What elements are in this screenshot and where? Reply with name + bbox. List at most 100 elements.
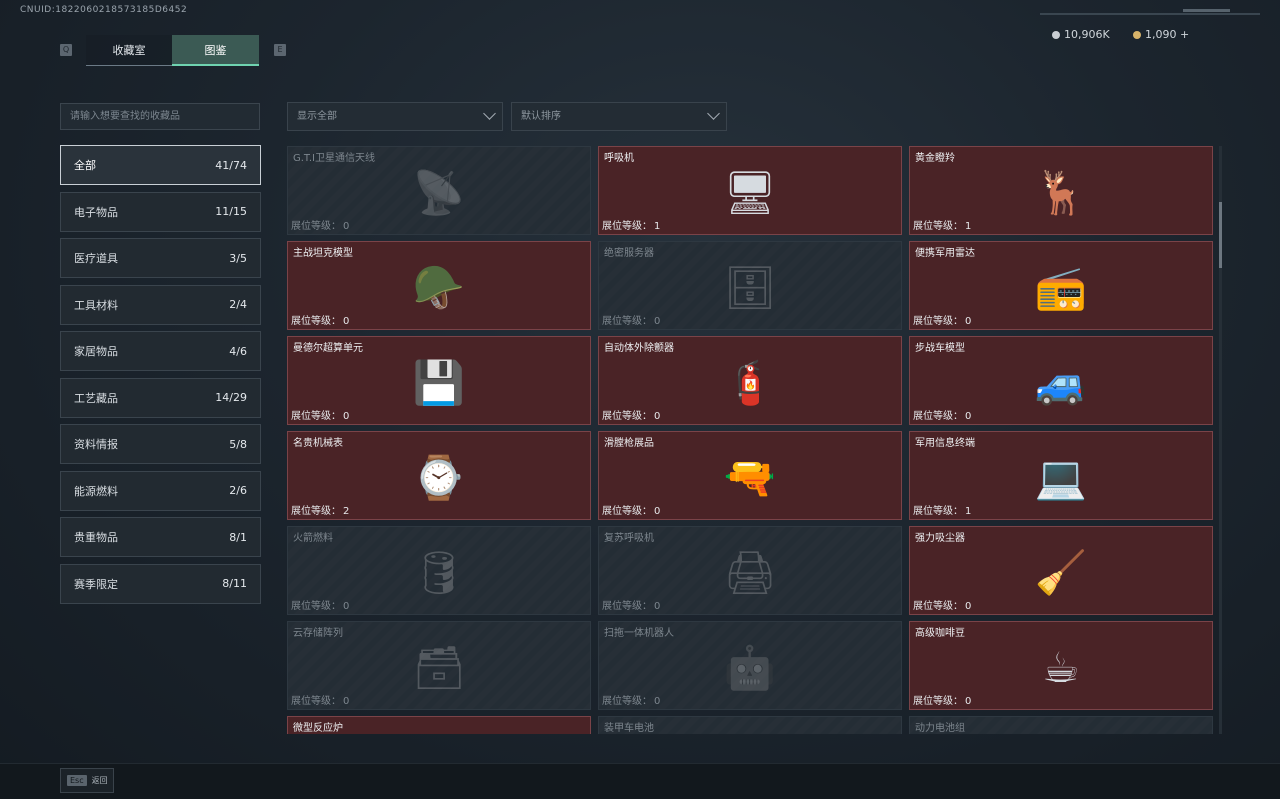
booth-level-label: 展位等级： <box>913 316 963 327</box>
scrollbar-thumb[interactable] <box>1219 202 1222 268</box>
collection-item-card[interactable]: 自动体外除颤器 🧯 展位等级： 0 <box>598 336 902 425</box>
category-item-crafts[interactable]: 工艺藏品 14/29 <box>60 377 261 418</box>
category-label: 贵重物品 <box>74 531 118 544</box>
back-button[interactable]: Esc 返回 <box>60 768 114 793</box>
item-name: 强力吸尘器 <box>915 533 965 544</box>
esc-key-hint: Esc <box>67 775 87 786</box>
category-item-all[interactable]: 全部 41/74 <box>60 145 261 185</box>
rocket-fuel-icon: 🛢 <box>412 547 466 597</box>
category-item-intel[interactable]: 资料情报 5/8 <box>60 424 261 464</box>
display-filter-dropdown[interactable]: 显示全部 <box>287 102 503 131</box>
ventilator-icon: 🖥 <box>723 167 777 217</box>
booth-level-label: 展位等级： <box>913 696 963 707</box>
category-item-household[interactable]: 家居物品 4/6 <box>60 331 261 371</box>
collection-item-card[interactable]: 云存储阵列 🗃 展位等级： 0 <box>287 621 591 710</box>
currency-gold[interactable]: 1,090 + <box>1133 28 1189 41</box>
collection-item-card[interactable]: 复苏呼吸机 🖨 展位等级： 0 <box>598 526 902 615</box>
booth-level: 展位等级： 0 <box>602 312 660 327</box>
category-item-energy[interactable]: 能源燃料 2/6 <box>60 470 261 511</box>
collection-item-card[interactable]: 黄金瞪羚 🦌 展位等级： 1 <box>909 146 1213 235</box>
booth-level-value: 1 <box>654 221 661 232</box>
booth-level-value: 0 <box>965 601 972 612</box>
item-name: 呼吸机 <box>604 153 634 164</box>
tab-collection-room[interactable]: 收藏室 <box>86 35 172 66</box>
booth-level: 展位等级： 1 <box>602 217 660 232</box>
grid-scrollbar[interactable] <box>1219 146 1222 734</box>
sort-value: 默认排序 <box>521 111 561 122</box>
booth-level-label: 展位等级： <box>913 601 963 612</box>
collection-item-card[interactable]: G.T.I卫星通信天线 📡 展位等级： 0 <box>287 146 591 235</box>
category-count: 8/1 <box>229 530 247 544</box>
item-name: G.T.I卫星通信天线 <box>293 153 375 164</box>
category-label: 能源燃料 <box>74 484 118 498</box>
category-item-season[interactable]: 赛季限定 8/11 <box>60 563 261 604</box>
item-name: 动力电池组 <box>915 723 965 734</box>
storage-array-icon: 🗃 <box>412 642 466 692</box>
booth-level-label: 展位等级： <box>913 506 963 517</box>
booth-level-label: 展位等级： <box>602 221 652 232</box>
collection-item-card[interactable]: 微型反应炉⚛ <box>287 716 591 734</box>
category-label: 资料情报 <box>74 438 118 451</box>
currency-silver: 10,906K <box>1052 28 1110 41</box>
booth-level-label: 展位等级： <box>602 506 652 517</box>
tab-gallery[interactable]: 图鉴 <box>172 35 259 66</box>
collection-item-card[interactable]: 军用信息终端 💻 展位等级： 1 <box>909 431 1213 520</box>
booth-level-value: 0 <box>654 506 661 517</box>
category-list: 全部 41/74 电子物品 11/15 医疗道具 3/5 工具材料 2/4 家居… <box>60 145 261 610</box>
collection-item-card[interactable]: 曼德尔超算单元 💾 展位等级： 0 <box>287 336 591 425</box>
booth-level-value: 0 <box>654 696 661 707</box>
collection-item-card[interactable]: 便携军用雷达 📻 展位等级： 0 <box>909 241 1213 330</box>
collection-item-card[interactable]: 主战坦克模型 🪖 展位等级： 0 <box>287 241 591 330</box>
category-item-tools[interactable]: 工具材料 2/4 <box>60 284 261 325</box>
booth-level-value: 0 <box>343 601 350 612</box>
booth-level: 展位等级： 0 <box>602 597 660 612</box>
item-name: 滑膛枪展品 <box>604 438 654 449</box>
sort-dropdown[interactable]: 默认排序 <box>511 102 727 131</box>
item-name: 装甲车电池 <box>604 723 654 734</box>
category-item-medical[interactable]: 医疗道具 3/5 <box>60 238 261 278</box>
collection-item-card[interactable]: 动力电池组🔋 <box>909 716 1213 734</box>
collection-item-card[interactable]: 火箭燃料 🛢 展位等级： 0 <box>287 526 591 615</box>
category-label: 工具材料 <box>74 298 118 312</box>
item-name: 绝密服务器 <box>604 248 654 259</box>
booth-level-label: 展位等级： <box>291 601 341 612</box>
booth-level: 展位等级： 0 <box>913 312 971 327</box>
category-item-electronics[interactable]: 电子物品 11/15 <box>60 191 261 232</box>
item-name: 黄金瞪羚 <box>915 153 955 164</box>
q-key-hint: Q <box>60 44 72 56</box>
collection-item-card[interactable]: 呼吸机 🖥 展位等级： 1 <box>598 146 902 235</box>
booth-level-label: 展位等级： <box>602 601 652 612</box>
booth-level: 展位等级： 1 <box>913 217 971 232</box>
coffee-bag-icon: ☕ <box>1042 642 1080 692</box>
booth-level-value: 0 <box>965 696 972 707</box>
booth-level: 展位等级： 0 <box>602 692 660 707</box>
booth-level-value: 0 <box>343 411 350 422</box>
top-indicator <box>1183 9 1230 12</box>
booth-level-label: 展位等级： <box>913 411 963 422</box>
collection-item-card[interactable]: 绝密服务器 🗄 展位等级： 0 <box>598 241 902 330</box>
terminal-icon: 💻 <box>1034 452 1088 502</box>
collection-item-card[interactable]: 强力吸尘器 🧹 展位等级： 0 <box>909 526 1213 615</box>
collection-item-card[interactable]: 滑膛枪展品 🔫 展位等级： 0 <box>598 431 902 520</box>
collection-item-card[interactable]: 名贵机械表 ⌚ 展位等级： 2 <box>287 431 591 520</box>
booth-level-value: 0 <box>343 221 350 232</box>
radar-icon: 📻 <box>1034 262 1088 312</box>
category-label: 医疗道具 <box>74 252 118 265</box>
category-count: 41/74 <box>215 158 247 172</box>
booth-level: 展位等级： 0 <box>602 407 660 422</box>
booth-level-value: 0 <box>343 316 350 327</box>
category-count: 2/6 <box>229 484 247 497</box>
collection-item-card[interactable]: 步战车模型 🚙 展位等级： 0 <box>909 336 1213 425</box>
booth-level: 展位等级： 0 <box>602 502 660 517</box>
collection-item-card[interactable]: 扫拖一体机器人 🤖 展位等级： 0 <box>598 621 902 710</box>
chevron-down-icon <box>483 107 496 120</box>
e-key-hint: E <box>274 44 286 56</box>
search-input[interactable] <box>60 103 260 130</box>
booth-level: 展位等级： 0 <box>291 407 349 422</box>
collection-item-card[interactable]: 高级咖啡豆 ☕ 展位等级： 0 <box>909 621 1213 710</box>
item-name: 扫拖一体机器人 <box>604 628 674 639</box>
item-name: 火箭燃料 <box>293 533 333 544</box>
category-item-valuables[interactable]: 贵重物品 8/1 <box>60 517 261 557</box>
collection-item-card[interactable]: 装甲车电池🔋 <box>598 716 902 734</box>
booth-level-value: 0 <box>654 316 661 327</box>
